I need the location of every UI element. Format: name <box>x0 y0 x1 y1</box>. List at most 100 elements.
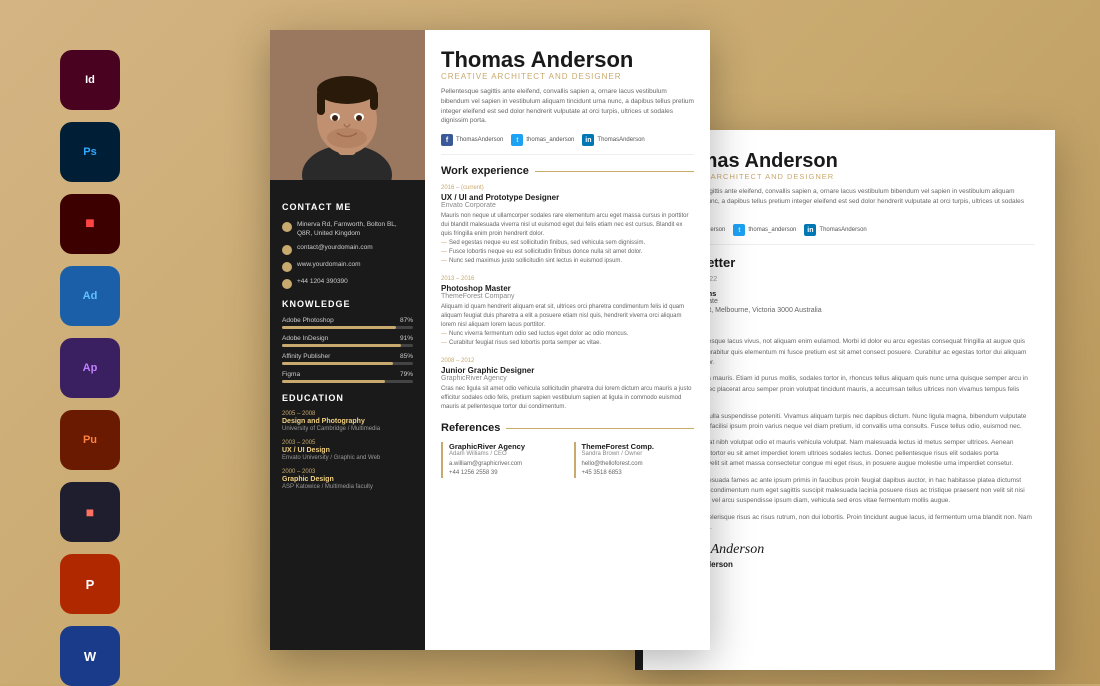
cover-para-6: Suspendisse scelerisque risus ac risus r… <box>663 513 1035 534</box>
work-company-3: GraphicRiver Agency <box>441 375 694 382</box>
ref-name-2: Sandra Brown / Owner <box>582 451 695 457</box>
phone-text: +44 1204 390390 <box>297 277 348 286</box>
twitter-icon: t <box>511 134 523 146</box>
ref-email-2: hello@thelloforest.com <box>582 460 695 469</box>
facebook-icon: f <box>441 134 453 146</box>
work-desc-1: Mauris non neque ut ullamcorper sodales … <box>441 212 694 239</box>
acrobat-icon[interactable]: ■ <box>60 194 120 254</box>
work-item-1: 2016 – (current) UX / UI and Prototype D… <box>441 185 694 266</box>
work-position-2: Photoshop Master <box>441 284 694 293</box>
linkedin-handle: ThomasAnderson <box>597 137 644 143</box>
resume-left-content: Contact me Minerva Rd, Farnworth, Bolton… <box>270 180 425 510</box>
cover-para-4: Fusce ac placerat nibh volutpat odio et … <box>663 438 1035 469</box>
website-icon <box>282 262 292 272</box>
work-desc-2: Aliquam id quam hendrerit aliquam erat s… <box>441 303 694 330</box>
cover-para-2: Ut vitae faucibus mauris. Etiam id purus… <box>663 374 1035 405</box>
bullet-2-2: Curabitur feugiat risus sed lobortis por… <box>441 339 694 348</box>
references-section-line <box>506 428 694 429</box>
cover-signature: Thomas Anderson Thomas Anderson <box>663 542 1035 569</box>
email-text: contact@yourdomain.com <box>297 243 373 252</box>
skill-name-indesign: Adobe InDesign <box>282 335 328 342</box>
cover-recipient-address: 121 King Street, Melbourne, Victoria 300… <box>663 307 1035 314</box>
resume-card: Contact me Minerva Rd, Farnworth, Bolton… <box>270 30 710 650</box>
cover-subtitle: Creative Architect and Designer <box>663 172 1035 181</box>
cover-twitter-icon: t <box>733 224 745 236</box>
reference-1: GraphicRiver Agency Adam Williams / CEO … <box>441 442 562 478</box>
resume-job-title: Creative Architect and Designer <box>441 72 694 81</box>
skill-bar-fill-affinity <box>282 362 393 365</box>
email-icon <box>282 245 292 255</box>
photoshop-icon[interactable]: Ps <box>60 122 120 182</box>
address-icon <box>282 222 292 232</box>
ref-email-1: a.william@graphicriver.com <box>449 460 562 469</box>
address-text: Minerva Rd, Farnworth, Bolton BL, Q8R, U… <box>297 220 413 238</box>
skill-bar-fill-figma <box>282 380 385 383</box>
work-year-3: 2008 – 2012 <box>441 358 694 364</box>
work-desc-3: Cras nec ligula sit amet odio vehicula s… <box>441 385 694 412</box>
skill-bar-fill-indesign <box>282 344 401 347</box>
skill-pct-indesign: 91% <box>400 335 413 342</box>
ref-phone-1: +44 1256 2558 39 <box>449 469 562 478</box>
word-icon[interactable]: W <box>60 626 120 686</box>
skill-figma: Figma 79% <box>282 371 413 383</box>
social-facebook: f ThomasAnderson <box>441 134 503 146</box>
edu-item-2: 2003 – 2005 UX / UI Design Envato Univer… <box>282 440 413 461</box>
cover-social-row: f ThomasAnderson t thomas_anderson in Th… <box>663 224 1035 245</box>
cover-twitter-handle: thomas_anderson <box>748 227 796 233</box>
edu-degree-3: Graphic Design <box>282 475 413 484</box>
signature-name: Thomas Anderson <box>663 560 1035 569</box>
edu-school-1: University of Cambridge / Multimedia <box>282 426 413 432</box>
cover-para-3: Integer ornare nulla suspendisse potenit… <box>663 412 1035 433</box>
work-section-title: Work experience <box>441 165 529 177</box>
skill-pct-photoshop: 87% <box>400 317 413 324</box>
contact-address: Minerva Rd, Farnworth, Bolton BL, Q8R, U… <box>282 220 413 238</box>
edu-school-3: ASP Katowice / Multimedia faculty <box>282 484 413 490</box>
contact-phone: +44 1204 390390 <box>282 277 413 289</box>
work-bullets-2: Nunc viverra fermentum odio sed luctus e… <box>441 330 694 348</box>
contact-section-title: Contact me <box>282 202 413 212</box>
skill-bar-bg-affinity <box>282 362 413 365</box>
resume-main-content: Thomas Anderson Creative Architect and D… <box>425 30 710 650</box>
edu-degree-1: Design and Photography <box>282 417 413 426</box>
cover-social-twitter: t thomas_anderson <box>733 224 796 236</box>
references-section-header: References <box>441 422 694 434</box>
bullet-1-1: Sed egestas neque eu est sollicitudin fi… <box>441 239 694 248</box>
cover-name: Thomas Anderson <box>663 150 1035 172</box>
skill-bar-bg-photoshop <box>282 326 413 329</box>
edu-item-3: 2000 – 2003 Graphic Design ASP Katowice … <box>282 469 413 490</box>
skill-photoshop: Adobe Photoshop 87% <box>282 317 413 329</box>
work-item-2: 2013 – 2016 Photoshop Master ThemeForest… <box>441 276 694 348</box>
affinity-designer-icon[interactable]: Ad <box>60 266 120 326</box>
cover-recipient-name: Adam Williams <box>663 289 1035 298</box>
skill-pct-figma: 79% <box>400 371 413 378</box>
linkedin-icon: in <box>582 134 594 146</box>
work-company-2: ThemeForest Company <box>441 293 694 300</box>
references-section-title: References <box>441 422 500 434</box>
figma-icon[interactable]: ■ <box>60 482 120 542</box>
edu-school-2: Envato University / Graphic and Web <box>282 455 413 461</box>
affinity-photo-icon[interactable]: Ap <box>60 338 120 398</box>
edu-item-1: 2005 – 2008 Design and Photography Unive… <box>282 411 413 432</box>
skill-affinity: Affinity Publisher 85% <box>282 353 413 365</box>
work-section-line <box>535 171 694 172</box>
contact-email: contact@yourdomain.com <box>282 243 413 255</box>
resume-photo <box>270 30 425 180</box>
work-item-3: 2008 – 2012 Junior Graphic Designer Grap… <box>441 358 694 412</box>
knowledge-section-title: Knowledge <box>282 299 413 309</box>
cover-linkedin-icon: in <box>804 224 816 236</box>
affinity-publisher-icon[interactable]: Pu <box>60 410 120 470</box>
references-row: GraphicRiver Agency Adam Williams / CEO … <box>441 442 694 478</box>
work-year-1: 2016 – (current) <box>441 185 694 191</box>
social-row: f ThomasAnderson t thomas_anderson in Th… <box>441 134 694 155</box>
bullet-1-2: Fusce lobortis neque eu est sollicitudin… <box>441 248 694 257</box>
skill-indesign: Adobe InDesign 91% <box>282 335 413 347</box>
skill-name-figma: Figma <box>282 371 300 378</box>
indesign-icon[interactable]: Id <box>60 50 120 110</box>
skill-bar-bg-figma <box>282 380 413 383</box>
social-twitter: t thomas_anderson <box>511 134 574 146</box>
cover-section-title: Cover letter <box>663 255 1035 270</box>
powerpoint-icon[interactable]: P <box>60 554 120 614</box>
work-section-header: Work experience <box>441 165 694 177</box>
social-linkedin: in ThomasAnderson <box>582 134 644 146</box>
twitter-handle: thomas_anderson <box>526 137 574 143</box>
